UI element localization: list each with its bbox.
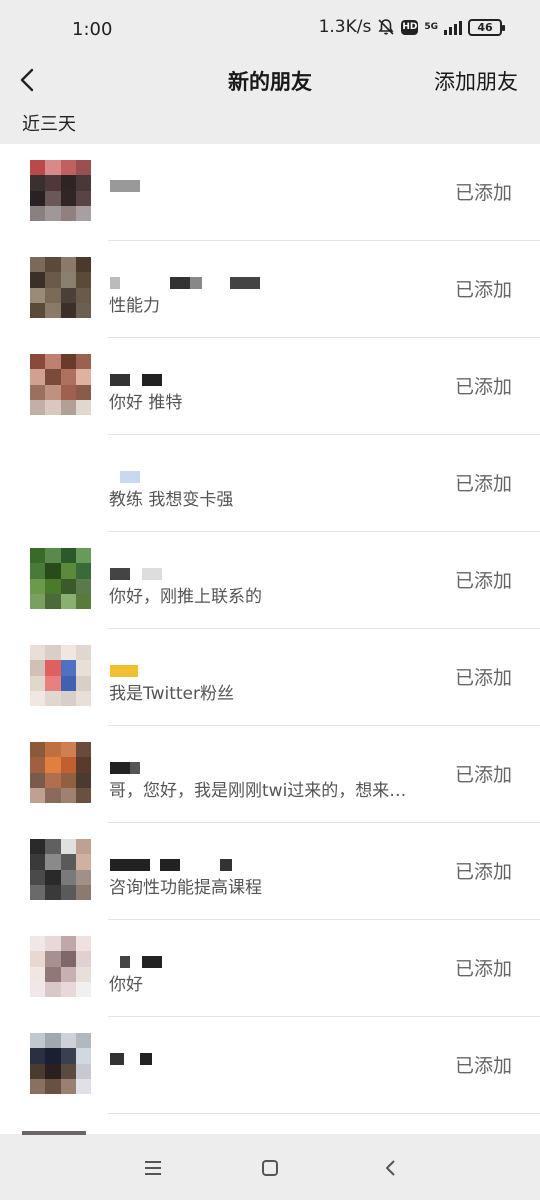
status-bar: 1:00 1.3K/s HD 5G 46	[0, 0, 540, 60]
home-button[interactable]	[255, 1155, 285, 1181]
avatar[interactable]	[30, 1033, 91, 1094]
home-square-icon	[262, 1160, 278, 1176]
list-item[interactable]: 教练 我想变卡强 已添加	[0, 435, 540, 532]
list-item[interactable]: 你好，刚推上联系的 已添加	[0, 532, 540, 629]
added-status: 已添加	[454, 473, 512, 495]
network-speed: 1.3K/s	[318, 17, 372, 37]
avatar[interactable]	[30, 742, 91, 803]
request-message: 教练 我想变卡强	[109, 490, 234, 510]
status-time: 1:00	[72, 19, 113, 40]
request-message: 性能力	[109, 296, 160, 316]
bell-muted-icon	[378, 19, 394, 35]
menu-button[interactable]	[138, 1155, 168, 1181]
added-status: 已添加	[454, 861, 512, 883]
added-status: 已添加	[454, 667, 512, 689]
added-status: 已添加	[454, 376, 512, 398]
list-item[interactable]: 已添加	[0, 1017, 540, 1114]
avatar[interactable]	[30, 257, 91, 318]
avatar[interactable]	[30, 160, 91, 221]
avatar[interactable]	[30, 936, 91, 997]
request-message: 咨询性功能提高课程	[109, 878, 262, 898]
request-message: 你好	[109, 975, 143, 995]
list-item[interactable]: 已添加	[0, 144, 540, 241]
menu-icon	[145, 1161, 161, 1175]
added-status: 已添加	[454, 182, 512, 204]
avatar[interactable]	[30, 645, 91, 706]
list-item[interactable]: 你好 已添加	[0, 920, 540, 1017]
request-message: 你好 推特	[109, 393, 183, 413]
section-label: 近三天	[22, 114, 76, 135]
request-message: 哥，您好，我是刚刚twi过来的，想来…	[109, 781, 407, 801]
list-item[interactable]: 性能力 已添加	[0, 241, 540, 338]
list-item[interactable]: 你好 推特 已添加	[0, 338, 540, 435]
added-status: 已添加	[454, 1055, 512, 1077]
system-back-button[interactable]	[376, 1155, 406, 1181]
network-type: 5G	[424, 21, 438, 32]
back-triangle-icon	[386, 1160, 395, 1176]
list-item[interactable]: 咨询性功能提高课程 已添加	[0, 823, 540, 920]
avatar[interactable]	[30, 451, 91, 512]
nav-bar: 新的朋友 添加朋友	[0, 60, 540, 100]
avatar[interactable]	[30, 548, 91, 609]
list-item[interactable]: 我是Twitter粉丝 已添加	[0, 629, 540, 726]
added-status: 已添加	[454, 958, 512, 980]
added-status: 已添加	[454, 570, 512, 592]
avatar[interactable]	[30, 354, 91, 415]
signal-icon	[444, 19, 462, 35]
request-message: 你好，刚推上联系的	[109, 587, 262, 607]
system-nav-bar	[0, 1135, 540, 1200]
avatar[interactable]	[30, 839, 91, 900]
request-message: 我是Twitter粉丝	[109, 684, 234, 704]
add-friend-button[interactable]: 添加朋友	[434, 66, 518, 96]
added-status: 已添加	[454, 279, 512, 301]
list-item[interactable]: 哥，您好，我是刚刚twi过来的，想来… 已添加	[0, 726, 540, 823]
hd-badge: HD	[401, 19, 419, 35]
status-icons: 1.3K/s HD 5G 46	[318, 17, 505, 37]
added-status: 已添加	[454, 764, 512, 786]
battery-icon: 46	[468, 18, 505, 36]
friend-request-list: 已添加 性能力 已添加 你好 推特 已添加 教练 我想变卡强 已添加 你好，刚推上联系的 已添加…	[0, 144, 540, 1134]
